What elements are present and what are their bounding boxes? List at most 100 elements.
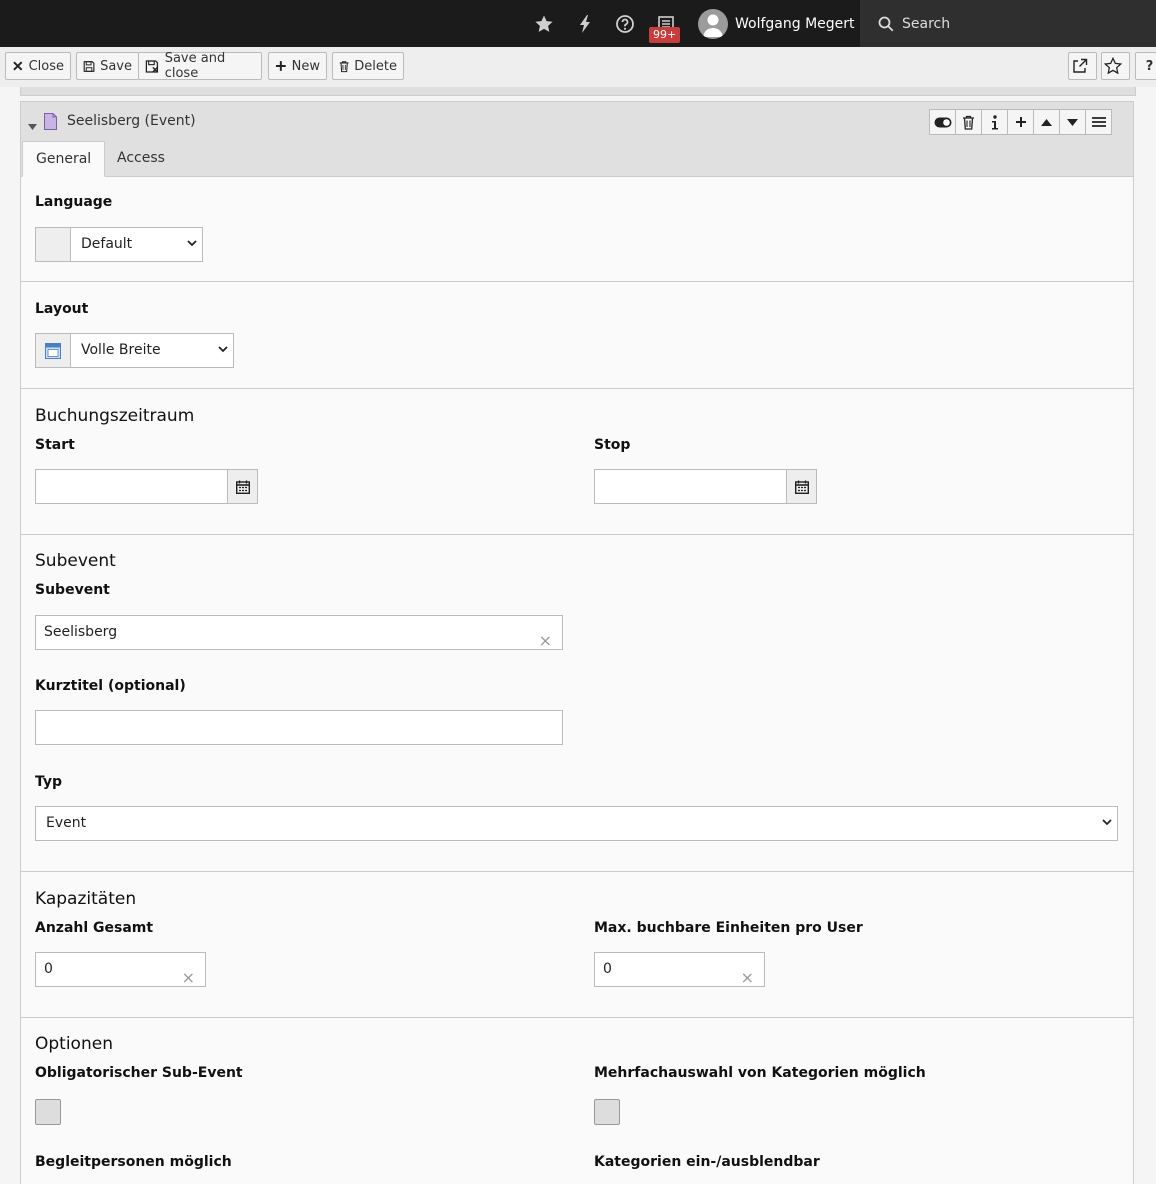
record-header[interactable]: Seelisberg (Event) [21,102,1133,141]
trash-icon [963,115,974,130]
toggle-visibility-button[interactable] [929,109,956,135]
total-count-label: Anzahl Gesamt [35,920,154,936]
plus-icon [1015,117,1026,127]
stop-datepicker-button[interactable] [786,469,817,504]
info-button[interactable] [981,109,1008,135]
bookmark-button[interactable] [1101,52,1130,80]
subevent-label: Subevent [35,582,110,598]
open-new-window-button[interactable] [1068,52,1097,80]
layout-select-value: Volle Breite [81,342,161,358]
companions-label: Begleitpersonen möglich [35,1154,232,1170]
short-title-label: Kurztitel (optional) [35,678,186,694]
short-title-input[interactable] [35,710,563,745]
collapse-caret-icon[interactable] [28,118,37,134]
divider [21,871,1133,872]
language-select[interactable]: Default [70,227,203,262]
add-record-button[interactable] [1007,109,1034,135]
max-units-value: 0 [603,961,612,977]
content-area: Seelisberg (Event) General Access Langua… [0,87,1156,1184]
tab-general[interactable]: General [22,141,106,177]
close-button[interactable]: Close [5,52,71,80]
help-icon[interactable] [613,12,637,36]
chevron-down-icon [218,346,228,353]
calendar-icon [794,480,809,494]
chevron-down-icon [187,240,197,247]
search-label: Search [902,15,951,32]
plus-icon [275,61,286,71]
start-date-input[interactable] [35,469,228,504]
search-icon [878,16,894,32]
help-button[interactable]: ? [1135,52,1156,80]
arrow-down-icon [1067,118,1078,126]
save-icon [83,60,95,72]
doc-header-toolbar: Close Save Save and close New Delete ? [0,47,1156,88]
type-select[interactable]: Event [35,806,1118,841]
options-legend: Optionen [35,1034,113,1054]
close-icon [13,61,23,71]
toggle-icon [934,117,951,127]
user-menu[interactable]: Wolfgang Megert [698,8,855,39]
language-flag [35,227,71,262]
save-close-icon [145,59,159,73]
booking-period-legend: Buchungszeitraum [35,406,195,426]
help-button-label: ? [1145,58,1154,74]
record-title: Seelisberg (Event) [67,113,196,129]
previous-record-header [20,87,1136,96]
type-label: Typ [35,774,63,790]
save-button-label: Save [100,58,132,74]
layout-icon-box [35,333,71,368]
save-and-close-button[interactable]: Save and close [138,51,262,81]
search-toolbar[interactable]: Search [860,0,1156,47]
save-button[interactable]: Save [76,52,139,80]
layout-select[interactable]: Volle Breite [70,333,234,368]
move-up-button[interactable] [1033,109,1060,135]
total-count-input[interactable]: 0 × [35,952,206,987]
divider [21,388,1133,389]
drag-handle-button[interactable] [1085,109,1112,135]
language-select-value: Default [81,236,133,252]
trash-icon [339,60,349,72]
record-panel: Seelisberg (Event) General Access Langua… [20,101,1134,1184]
subevent-input[interactable]: Seelisberg × [35,615,563,650]
bookmark-star-icon[interactable] [532,12,556,36]
record-tabs: General Access [21,141,1133,177]
start-datepicker-button[interactable] [227,469,258,504]
divider [21,534,1133,535]
categories-toggle-label: Kategorien ein-/ausblendbar [594,1154,820,1170]
delete-button[interactable]: Delete [332,52,404,80]
info-icon [991,114,998,129]
new-button-label: New [291,58,320,74]
clear-icon[interactable]: × [539,624,552,657]
stop-label: Stop [594,437,631,453]
subevent-input-value: Seelisberg [44,624,118,640]
delete-record-button[interactable] [955,109,982,135]
flash-icon[interactable] [573,12,597,36]
user-name: Wolfgang Megert [735,15,855,32]
save-and-close-button-label: Save and close [164,51,226,81]
move-down-button[interactable] [1059,109,1086,135]
external-link-icon [1073,58,1088,73]
start-label: Start [35,437,75,453]
delete-button-label: Delete [354,58,397,74]
new-button[interactable]: New [268,52,327,80]
mandatory-subevent-label: Obligatorischer Sub-Event [35,1065,243,1081]
drag-handle-icon [1091,117,1106,127]
top-bar: 99+ Wolfgang Megert Search [0,0,1156,47]
layout-label: Layout [35,301,89,317]
tab-access[interactable]: Access [104,141,178,176]
divider [21,281,1133,282]
multiselect-categories-checkbox[interactable] [594,1099,620,1125]
avatar [698,8,728,39]
close-button-label: Close [28,58,64,74]
clear-icon[interactable]: × [182,961,195,994]
max-units-input[interactable]: 0 × [594,952,765,987]
arrow-up-icon [1041,118,1052,126]
stop-date-input[interactable] [594,469,787,504]
mandatory-subevent-checkbox[interactable] [35,1099,61,1125]
record-type-icon [44,113,57,134]
record-controls [929,109,1112,135]
clear-icon[interactable]: × [741,961,754,994]
chevron-down-icon [1102,819,1112,826]
layout-icon [45,342,61,359]
multiselect-categories-label: Mehrfachauswahl von Kategorien möglich [594,1065,926,1081]
